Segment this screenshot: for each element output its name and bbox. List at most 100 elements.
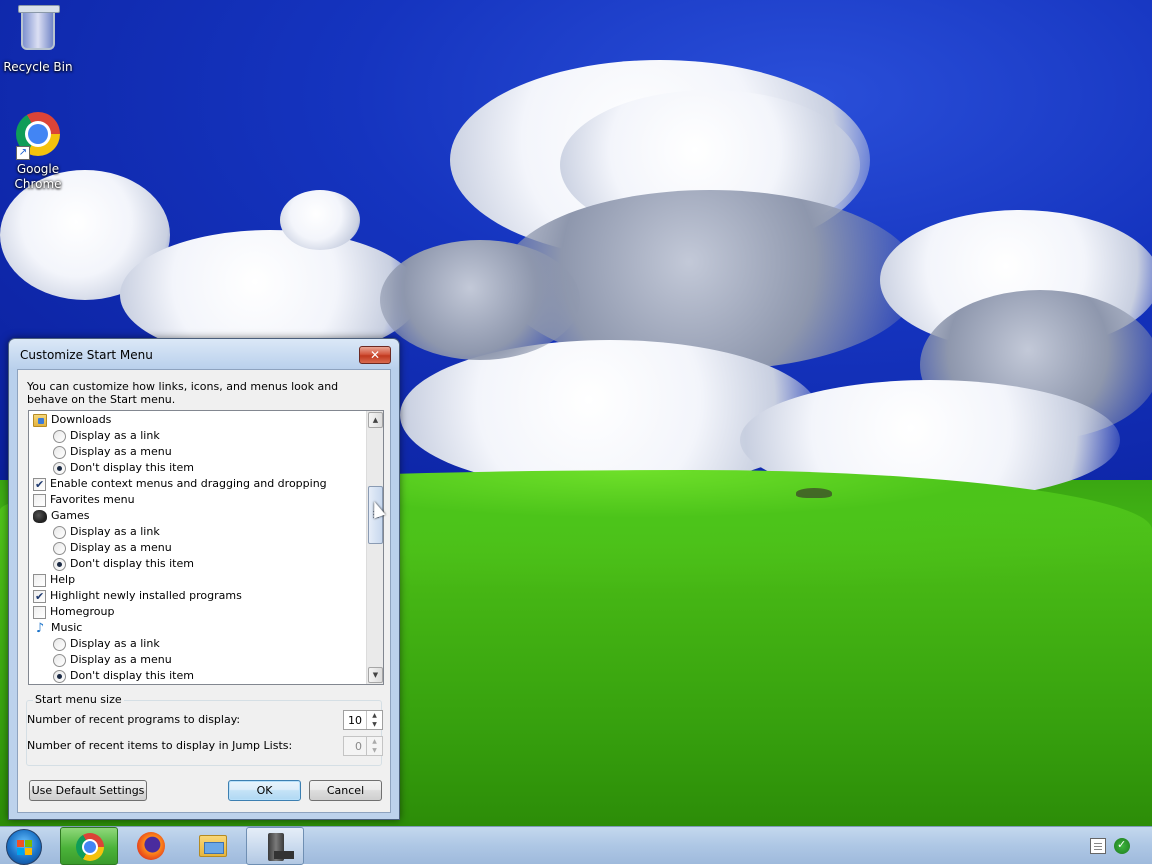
radio-button[interactable] (53, 525, 66, 539)
taskbar-firefox-button[interactable] (122, 827, 180, 865)
recent-programs-label: Number of recent programs to display: (27, 713, 241, 726)
close-button[interactable]: ✕ (359, 346, 391, 364)
option-display-as-a-link[interactable]: Display as a link (53, 428, 160, 444)
checkbox[interactable] (33, 589, 46, 605)
option-display-as-a-menu[interactable]: Display as a menu (53, 540, 172, 556)
option-label: Display as a link (70, 637, 160, 650)
ok-button[interactable]: OK (228, 780, 301, 801)
checkbox[interactable] (33, 605, 46, 619)
games-icon (33, 509, 47, 523)
music-icon: ♪ (35, 620, 45, 636)
taskbar-chrome-button[interactable] (60, 827, 118, 865)
taskbar-explorer-button[interactable] (184, 827, 242, 865)
radio-button[interactable] (53, 429, 66, 443)
option-label: Downloads (51, 413, 112, 426)
option-enable-context-menus-and-dragging-and-dropping[interactable]: Enable context menus and dragging and dr… (33, 476, 327, 493)
option-label: Enable context menus and dragging and dr… (50, 477, 327, 490)
spin-down-icon[interactable]: ▼ (367, 746, 382, 755)
option-favorites-menu[interactable]: Favorites menu (33, 492, 135, 508)
jump-list-spinner[interactable]: 0 ▲ ▼ (343, 736, 383, 756)
option-display-as-a-link[interactable]: Display as a link (53, 636, 160, 652)
radio-button[interactable] (53, 669, 66, 683)
option-label: Display as a link (70, 429, 160, 442)
recent-programs-value: 10 (348, 714, 362, 727)
recent-programs-spinner[interactable]: 10 ▲ ▼ (343, 710, 383, 730)
option-label: Don't display this item (70, 669, 194, 682)
checkbox[interactable] (33, 573, 46, 587)
option-display-as-a-menu[interactable]: Display as a menu (53, 652, 172, 668)
desktop-icon-google-chrome[interactable]: ↗ Google Chrome (2, 110, 74, 192)
option-label: Display as a link (70, 525, 160, 538)
option-homegroup[interactable]: Homegroup (33, 604, 114, 620)
distant-trees (796, 488, 832, 498)
spin-up-icon[interactable]: ▲ (367, 737, 382, 746)
windows-logo-icon (17, 840, 32, 855)
option-don-t-display-this-item[interactable]: Don't display this item (53, 556, 194, 572)
radio-button[interactable] (53, 541, 66, 555)
taskbar-server-manager-button[interactable] (246, 827, 304, 865)
spinner-arrows[interactable]: ▲ ▼ (366, 737, 382, 755)
start-button[interactable] (6, 829, 42, 865)
scroll-down-button[interactable]: ▼ (368, 667, 383, 683)
firefox-icon (137, 832, 165, 860)
cancel-button[interactable]: Cancel (309, 780, 382, 801)
radio-button[interactable] (53, 637, 66, 651)
folder-icon (33, 413, 47, 427)
option-label: Help (50, 573, 76, 586)
start-menu-size-group: Start menu size Number of recent program… (26, 693, 383, 766)
chrome-icon: ↗ (14, 112, 62, 160)
option-label: Display as a menu (70, 653, 172, 666)
desktop-icon-label: Recycle Bin (3, 60, 73, 74)
folder-icon (199, 835, 227, 857)
option-label: Homegroup (50, 605, 115, 618)
radio-button[interactable] (53, 557, 66, 571)
option-don-t-display-this-item[interactable]: Don't display this item (53, 460, 194, 476)
use-default-settings-button[interactable]: Use Default Settings (29, 780, 147, 801)
option-label: Display as a menu (70, 541, 172, 554)
option-label: Games (51, 509, 90, 522)
checkbox[interactable] (33, 493, 46, 507)
option-label: Favorites menu (50, 493, 135, 506)
section-music: ♪ Music (33, 620, 82, 636)
taskbar (0, 826, 1152, 865)
checkbox[interactable] (33, 477, 46, 493)
customize-start-menu-dialog: Customize Start Menu ✕ You can customize… (8, 338, 400, 820)
radio-button[interactable] (53, 445, 66, 459)
spin-up-icon[interactable]: ▲ (367, 711, 382, 720)
option-display-as-a-menu[interactable]: Display as a menu (53, 444, 172, 460)
desktop-icon-label: Google Chrome (14, 162, 62, 191)
window-title: Customize Start Menu (20, 348, 153, 362)
jump-list-label: Number of recent items to display in Jum… (27, 739, 293, 752)
option-label: Don't display this item (70, 557, 194, 570)
spinner-arrows[interactable]: ▲ ▼ (366, 711, 382, 729)
title-bar[interactable]: Customize Start Menu ✕ (9, 339, 399, 369)
options-list[interactable]: Downloads Display as a link Display as a m… (28, 410, 384, 685)
cloud (380, 240, 580, 360)
jump-list-value: 0 (355, 740, 362, 753)
section-games: Games (33, 508, 89, 524)
server-icon (268, 833, 294, 861)
spin-down-icon[interactable]: ▼ (367, 720, 382, 729)
option-label: Music (51, 621, 83, 634)
desktop-icon-recycle-bin[interactable]: Recycle Bin (2, 5, 74, 75)
group-title: Start menu size (33, 693, 124, 706)
option-highlight-newly-installed-programs[interactable]: Highlight newly installed programs (33, 588, 242, 605)
radio-button[interactable] (53, 653, 66, 667)
radio-button[interactable] (53, 461, 66, 475)
option-display-as-a-link[interactable]: Display as a link (53, 524, 160, 540)
scroll-up-button[interactable]: ▲ (368, 412, 383, 428)
option-don-t-display-this-item[interactable]: Don't display this item (53, 668, 194, 684)
intro-text: You can customize how links, icons, and … (27, 380, 339, 406)
option-label: Display as a menu (70, 445, 172, 458)
dialog-body: You can customize how links, icons, and … (17, 369, 391, 813)
option-label: Highlight newly installed programs (50, 589, 242, 602)
option-help[interactable]: Help (33, 572, 75, 588)
vertical-scrollbar[interactable]: ▲ ▼ (366, 411, 383, 684)
cloud (280, 190, 360, 250)
shortcut-arrow-icon: ↗ (16, 146, 30, 160)
recycle-bin-icon (14, 5, 62, 58)
chrome-icon (76, 833, 104, 861)
section-downloads: Downloads (33, 412, 111, 428)
network-icon[interactable] (1114, 838, 1130, 854)
document-icon[interactable] (1090, 838, 1106, 854)
